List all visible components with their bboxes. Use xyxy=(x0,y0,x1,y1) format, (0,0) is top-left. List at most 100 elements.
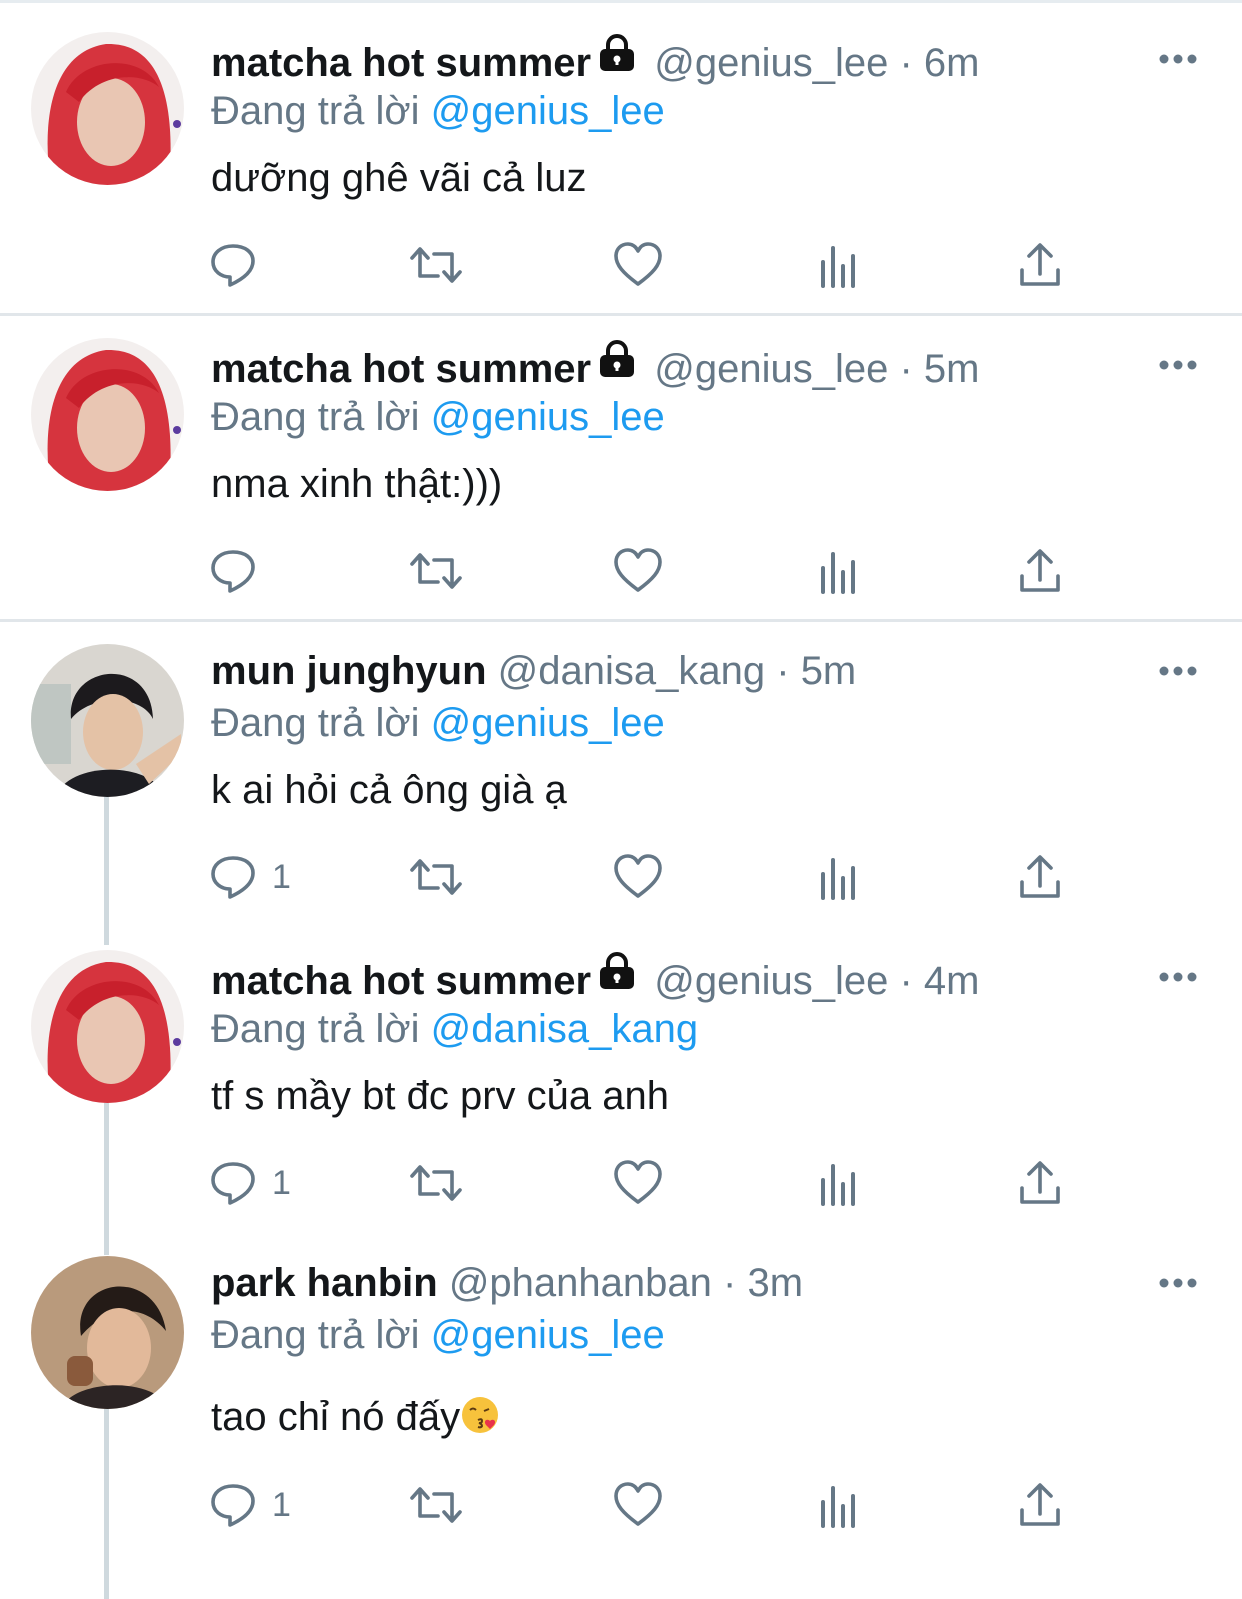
share-button[interactable] xyxy=(1018,541,1062,601)
action-bar: 1 xyxy=(0,1475,1242,1535)
timestamp[interactable]: 5m xyxy=(801,649,857,693)
tweet-header: park hanbin @phanhanban · 3m xyxy=(211,1258,803,1308)
reply-icon xyxy=(211,856,255,899)
retweet-button[interactable] xyxy=(408,1475,464,1535)
replying-to: Đang trả lời @genius_lee xyxy=(211,1310,665,1360)
share-icon xyxy=(1020,243,1060,286)
mention-link[interactable]: @genius_lee xyxy=(431,701,665,745)
tweet-text: tf s mầy bt đc prv của anh xyxy=(211,1074,669,1118)
mention-link[interactable]: @genius_lee xyxy=(431,395,665,439)
avatar[interactable] xyxy=(31,32,184,185)
replying-to: Đang trả lời @genius_lee xyxy=(211,698,665,748)
like-button[interactable] xyxy=(613,541,663,601)
like-button[interactable] xyxy=(613,1475,663,1535)
retweet-icon xyxy=(410,247,462,283)
share-button[interactable] xyxy=(1018,235,1062,295)
tweet-header: matcha hot summer @genius_lee · 4m xyxy=(211,952,980,1006)
heart-icon xyxy=(614,1482,662,1526)
more-icon[interactable] xyxy=(1158,1276,1198,1290)
replying-to: Đang trả lời @genius_lee xyxy=(211,86,665,136)
timestamp[interactable]: 6m xyxy=(924,41,980,85)
display-name[interactable]: matcha hot summer xyxy=(211,959,591,1003)
separator-dot: · xyxy=(899,41,913,85)
user-handle[interactable]: @genius_lee xyxy=(654,347,888,391)
timestamp[interactable]: 5m xyxy=(924,347,980,391)
heart-icon xyxy=(614,548,662,592)
heart-icon xyxy=(614,242,662,286)
mention-link[interactable]: @danisa_kang xyxy=(431,1007,698,1051)
separator-dot: · xyxy=(899,347,913,391)
user-handle[interactable]: @genius_lee xyxy=(654,41,888,85)
action-bar: 1 xyxy=(0,847,1242,907)
avatar[interactable] xyxy=(31,950,184,1103)
more-icon[interactable] xyxy=(1158,970,1198,984)
tweet-text-container: tao chỉ nó đấy xyxy=(211,1392,500,1442)
replying-to: Đang trả lời @danisa_kang xyxy=(211,1004,698,1054)
user-handle[interactable]: @phanhanban xyxy=(449,1261,712,1305)
display-name[interactable]: matcha hot summer xyxy=(211,347,591,391)
replying-to-label: Đang trả lời xyxy=(211,1007,420,1051)
avatar[interactable] xyxy=(31,338,184,491)
reply-button[interactable] xyxy=(208,541,258,601)
lock-icon xyxy=(597,34,637,84)
separator-dot: · xyxy=(776,649,790,693)
retweet-button[interactable] xyxy=(408,235,464,295)
more-icon[interactable] xyxy=(1158,52,1198,66)
reply-icon xyxy=(211,244,255,287)
action-bar: 1 xyxy=(0,1153,1242,1213)
more-icon[interactable] xyxy=(1158,664,1198,678)
analytics-button[interactable] xyxy=(818,1153,862,1213)
reply-button[interactable] xyxy=(208,235,258,295)
display-name[interactable]: mun junghyun xyxy=(211,649,487,693)
share-icon xyxy=(1020,1483,1060,1526)
share-button[interactable] xyxy=(1018,1153,1062,1213)
like-button[interactable] xyxy=(613,235,663,295)
replying-to: Đang trả lời @genius_lee xyxy=(211,392,665,442)
share-button[interactable] xyxy=(1018,847,1062,907)
reply-count: 1 xyxy=(272,857,291,896)
analytics-button[interactable] xyxy=(818,235,862,295)
retweet-button[interactable] xyxy=(408,1153,464,1213)
analytics-button[interactable] xyxy=(818,1475,862,1535)
mention-link[interactable]: @genius_lee xyxy=(431,1313,665,1357)
tweet-text: nma xinh thật:))) xyxy=(211,462,503,506)
reply-button[interactable]: 1 xyxy=(208,1153,291,1213)
timestamp[interactable]: 3m xyxy=(747,1261,803,1305)
analytics-icon xyxy=(821,552,855,594)
avatar[interactable] xyxy=(31,644,184,797)
replying-to-label: Đang trả lời xyxy=(211,89,420,133)
lock-icon xyxy=(597,952,637,1002)
user-handle[interactable]: @genius_lee xyxy=(654,959,888,1003)
reply-icon xyxy=(211,1162,255,1205)
display-name[interactable]: matcha hot summer xyxy=(211,41,591,85)
share-button[interactable] xyxy=(1018,1475,1062,1535)
analytics-button[interactable] xyxy=(818,847,862,907)
mention-link[interactable]: @genius_lee xyxy=(431,89,665,133)
analytics-button[interactable] xyxy=(818,541,862,601)
top-divider xyxy=(0,0,1242,3)
reply-count: 1 xyxy=(272,1163,291,1202)
reply-count: 1 xyxy=(272,1485,291,1524)
replying-to-label: Đang trả lời xyxy=(211,701,420,745)
timestamp[interactable]: 4m xyxy=(924,959,980,1003)
retweet-icon xyxy=(410,1487,462,1523)
more-icon[interactable] xyxy=(1158,358,1198,372)
like-button[interactable] xyxy=(613,847,663,907)
heart-icon xyxy=(614,854,662,898)
tweet-text: k ai hỏi cả ông già ạ xyxy=(211,768,567,812)
reply-button[interactable]: 1 xyxy=(208,1475,291,1535)
tweet-text: tao chỉ nó đấy xyxy=(211,1395,461,1439)
replying-to-label: Đang trả lời xyxy=(211,1313,420,1357)
retweet-button[interactable] xyxy=(408,847,464,907)
like-button[interactable] xyxy=(613,1153,663,1213)
retweet-button[interactable] xyxy=(408,541,464,601)
retweet-icon xyxy=(410,1165,462,1201)
tweet-text: dưỡng ghê vãi cả luz xyxy=(211,156,587,200)
tweet-divider xyxy=(0,619,1242,622)
display-name[interactable]: park hanbin xyxy=(211,1261,438,1305)
reply-button[interactable]: 1 xyxy=(208,847,291,907)
avatar[interactable] xyxy=(31,1256,184,1409)
separator-dot: · xyxy=(723,1261,737,1305)
user-handle[interactable]: @danisa_kang xyxy=(498,649,765,693)
kissing-face-emoji xyxy=(462,1397,499,1434)
